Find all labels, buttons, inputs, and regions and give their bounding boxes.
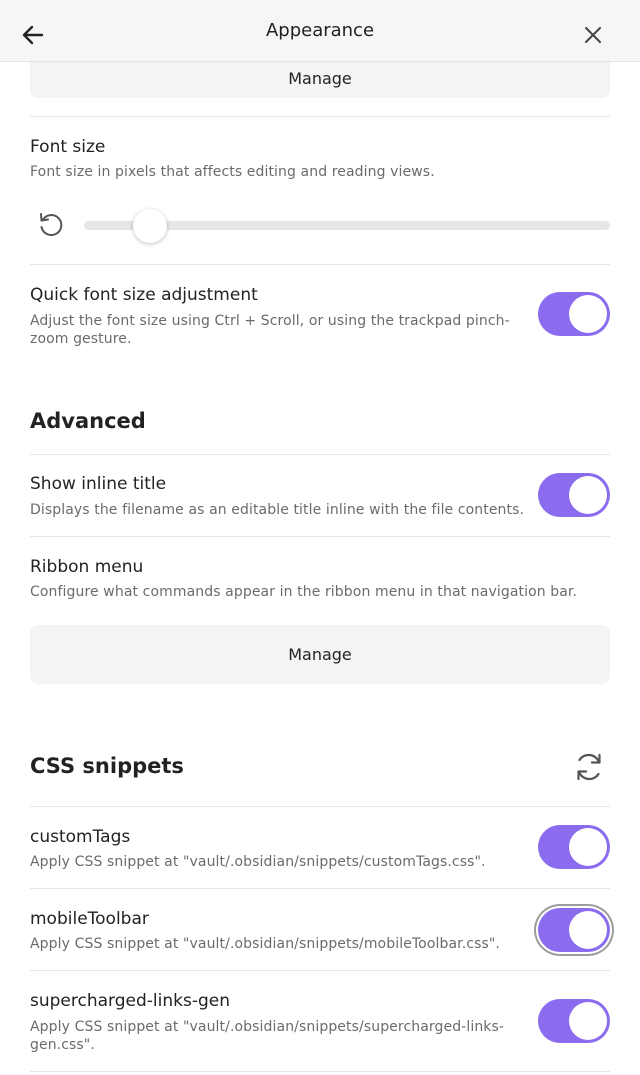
inline-title-toggle[interactable] bbox=[538, 473, 610, 517]
quick-font-size-description-2: zoom gesture. bbox=[30, 331, 132, 347]
snippet-description: Apply CSS snippet at "vault/.obsidian/sn… bbox=[30, 854, 486, 870]
divider bbox=[30, 888, 610, 889]
toggle-knob bbox=[569, 295, 607, 333]
reset-icon[interactable] bbox=[36, 210, 66, 240]
snippet-toggle-customtags[interactable] bbox=[538, 825, 610, 869]
divider bbox=[30, 454, 610, 455]
quick-font-size-title: Quick font size adjustment bbox=[30, 285, 258, 305]
toggle-knob bbox=[569, 911, 607, 949]
inline-title-description: Displays the filename as an editable tit… bbox=[30, 502, 525, 518]
toggle-knob bbox=[569, 828, 607, 866]
reload-icon[interactable] bbox=[572, 750, 606, 784]
advanced-section-title: Advanced bbox=[30, 409, 146, 433]
snippet-toggle-mobiletoolbar[interactable] bbox=[538, 908, 610, 952]
ribbon-menu-name: Ribbon menu bbox=[30, 557, 144, 577]
quick-font-size-toggle[interactable] bbox=[538, 292, 610, 336]
snippet-toggle-supercharged-links-gen[interactable] bbox=[538, 999, 610, 1043]
snippet-description: Apply CSS snippet at "vault/.obsidian/sn… bbox=[30, 936, 500, 952]
divider bbox=[30, 116, 610, 117]
page-title: Appearance bbox=[265, 20, 375, 41]
css-snippets-section-title: CSS snippets bbox=[30, 754, 184, 778]
ribbon-manage-button[interactable]: Manage bbox=[30, 625, 610, 684]
divider bbox=[30, 806, 610, 807]
toggle-knob bbox=[569, 1002, 607, 1040]
snippet-description-2: gen.css". bbox=[30, 1037, 95, 1053]
close-icon[interactable] bbox=[580, 22, 606, 48]
toggle-knob bbox=[569, 476, 607, 514]
snippet-description-1: Apply CSS snippet at "vault/.obsidian/sn… bbox=[30, 1019, 505, 1035]
ribbon-menu-description: Configure what commands appear in the ri… bbox=[30, 584, 578, 600]
manage-button-top-label: Manage bbox=[288, 68, 352, 88]
divider bbox=[30, 970, 610, 971]
font-size-description: Font size in pixels that affects editing… bbox=[30, 164, 435, 180]
font-size-slider-thumb[interactable] bbox=[133, 209, 167, 243]
modal-header: Appearance bbox=[0, 0, 640, 62]
settings-content: Manage Font size Font size in pixels tha… bbox=[0, 0, 640, 1075]
ribbon-manage-button-label: Manage bbox=[288, 645, 352, 664]
font-size-title: Font size bbox=[30, 137, 106, 157]
inline-title-name: Show inline title bbox=[30, 474, 167, 494]
snippet-name: supercharged-links-gen bbox=[30, 991, 230, 1011]
snippet-name: customTags bbox=[30, 827, 131, 847]
divider bbox=[30, 1071, 610, 1072]
snippet-name: mobileToolbar bbox=[30, 909, 149, 929]
quick-font-size-description-1: Adjust the font size using Ctrl + Scroll… bbox=[30, 313, 510, 329]
divider bbox=[30, 536, 610, 537]
divider bbox=[30, 264, 610, 265]
